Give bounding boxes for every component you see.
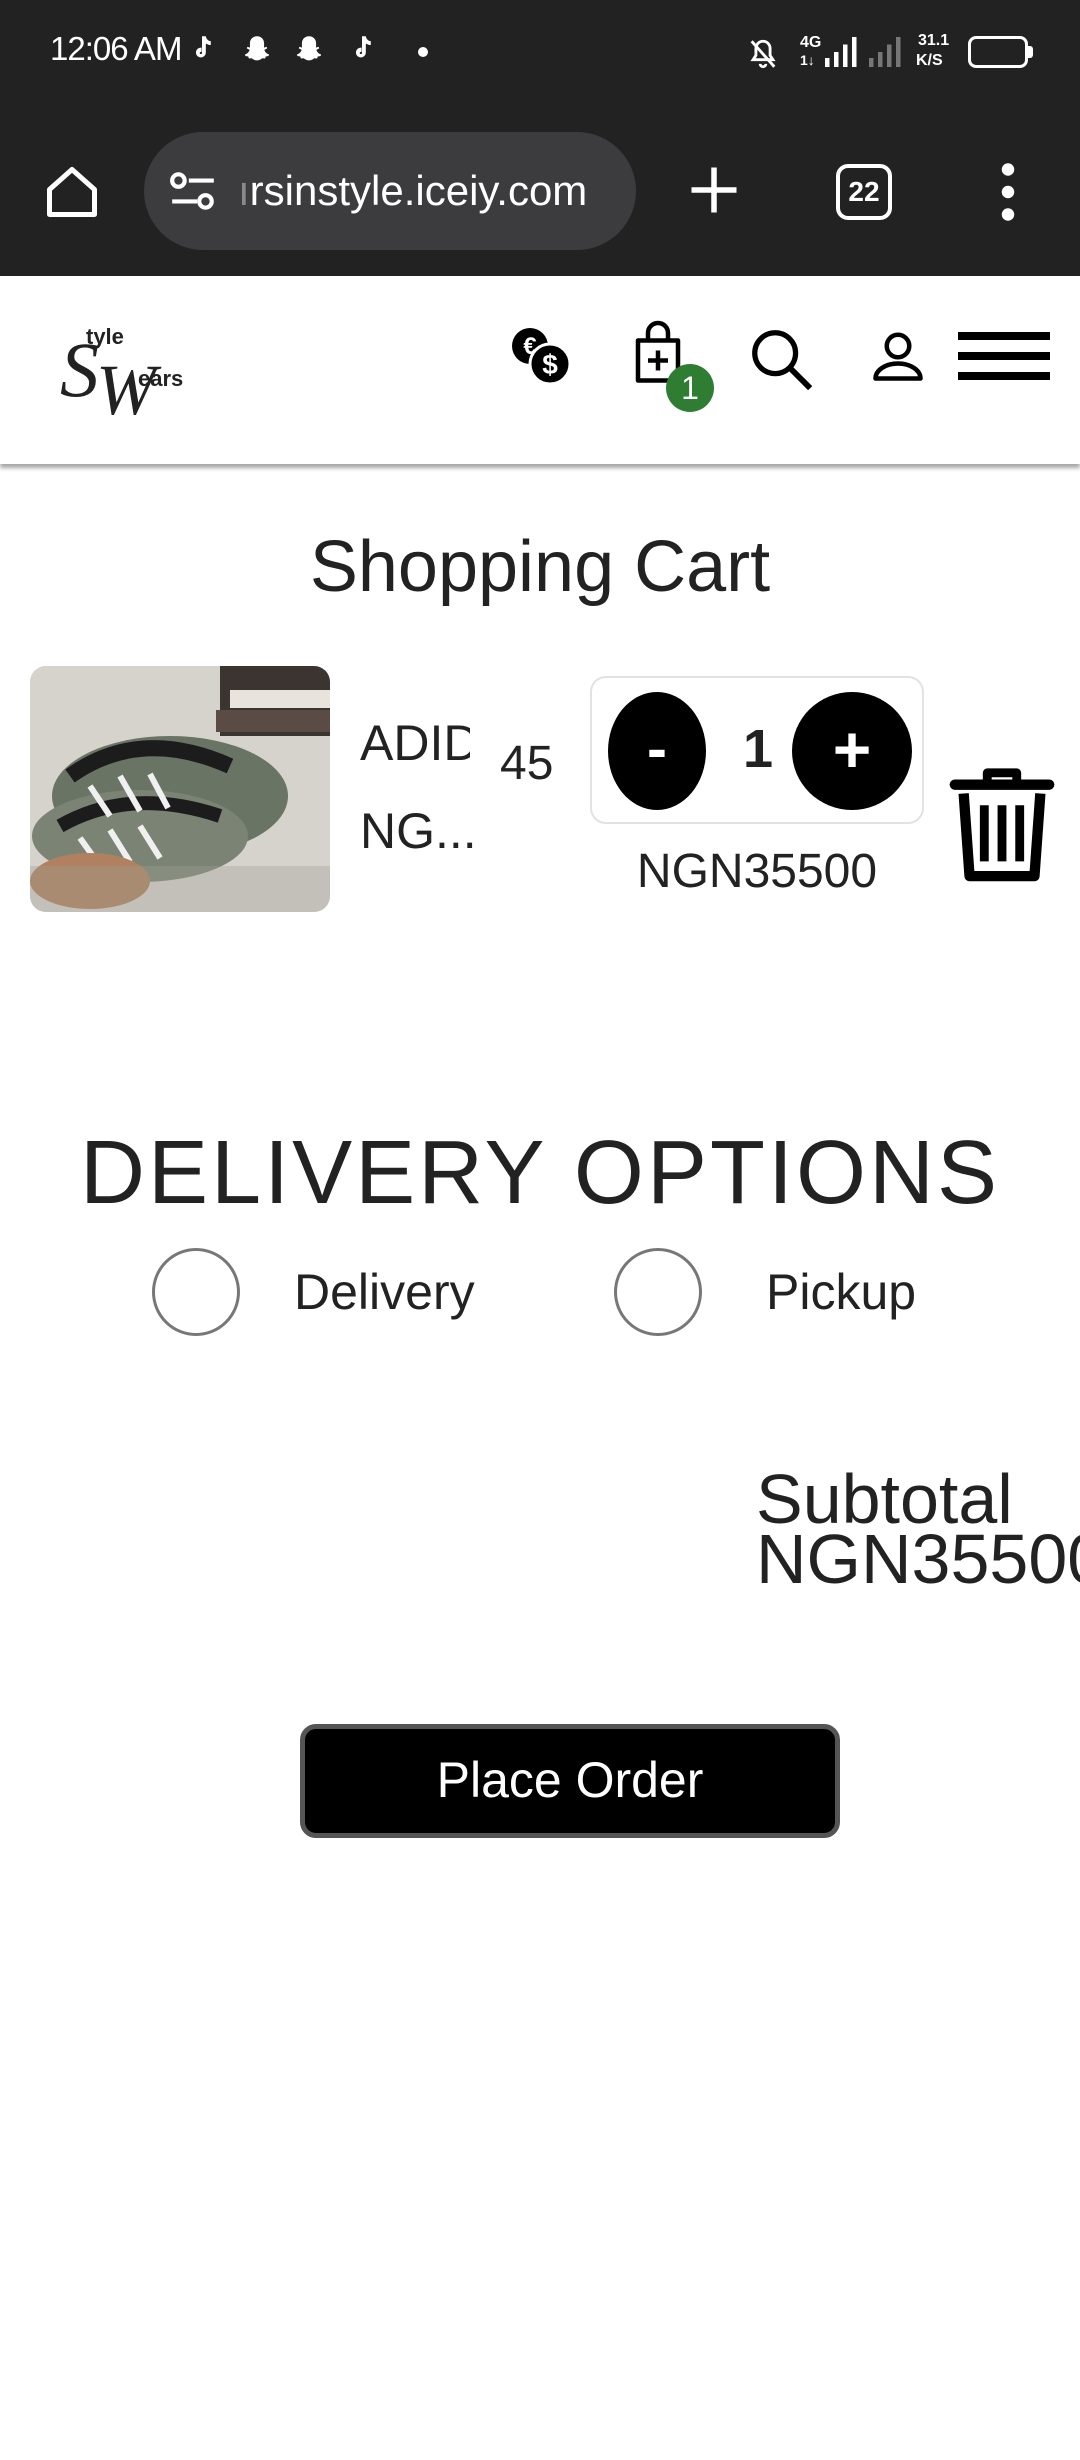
- battery-percent: 66: [985, 39, 1011, 64]
- product-image[interactable]: [30, 666, 330, 912]
- cart-button[interactable]: 1: [628, 320, 718, 412]
- snapchat-icon: [244, 36, 270, 61]
- line-total-price: NGN35500: [636, 845, 878, 898]
- product-size: 45: [500, 737, 554, 790]
- url-domain: rsinstyle.iceiy.com: [249, 167, 588, 214]
- hamburger-menu-icon[interactable]: [958, 332, 1050, 382]
- site-header: S tyle W ears € $ 1: [0, 276, 1080, 464]
- tiktok-icon: [355, 36, 371, 58]
- product-name[interactable]: ADIDAS: [360, 712, 470, 774]
- tab-switcher-button[interactable]: 22: [836, 164, 892, 220]
- battery-cap: [1028, 46, 1033, 58]
- search-icon[interactable]: [746, 324, 816, 394]
- delivery-radio[interactable]: [152, 1248, 240, 1336]
- more-vert-icon[interactable]: [996, 162, 1020, 222]
- trash-icon[interactable]: [948, 764, 1056, 882]
- status-bar: 12:06 AM 4G 1↓ 31.1 K/S 66: [0, 0, 1080, 110]
- signal-strength-icon-secondary: [869, 37, 901, 67]
- page-title: Shopping Cart: [309, 527, 771, 607]
- site-settings-icon[interactable]: [168, 168, 218, 214]
- quantity-decrease-button[interactable]: -: [608, 692, 706, 810]
- pickup-radio[interactable]: [614, 1248, 702, 1336]
- delivery-options-heading: DELIVERY OPTIONS: [80, 1123, 1000, 1223]
- battery-icon: 66: [968, 36, 1028, 68]
- logo-ears: ears: [138, 366, 184, 391]
- mute-bell-icon: [750, 39, 776, 69]
- notification-dot-icon: [418, 47, 428, 57]
- signal-strength-icon: [825, 37, 857, 67]
- snapchat-icon: [296, 36, 322, 61]
- svg-text:$: $: [542, 349, 558, 380]
- site-logo[interactable]: S tyle W ears: [56, 324, 183, 430]
- quantity-stepper: - 1 +: [590, 676, 924, 824]
- product-price-truncated: NG...: [360, 803, 477, 859]
- new-tab-plus-icon[interactable]: [684, 160, 744, 220]
- url-prefix: ı: [238, 167, 250, 214]
- quantity-value: 1: [742, 719, 774, 779]
- data-speed-unit: K/S: [916, 52, 943, 69]
- tiktok-icon: [195, 36, 211, 58]
- address-bar[interactable]: ırsinstyle.iceiy.com: [144, 132, 636, 250]
- place-order-button[interactable]: Place Order: [300, 1724, 840, 1838]
- delivery-option-label[interactable]: Delivery: [294, 1260, 475, 1324]
- browser-chrome: 12:06 AM 4G 1↓ 31.1 K/S 66 ırsinstyle.ic…: [0, 0, 1080, 276]
- logo-tyle: tyle: [86, 324, 124, 349]
- status-time: 12:06 AM: [50, 30, 182, 67]
- network-type: 4G: [800, 34, 822, 51]
- url-text[interactable]: ırsinstyle.iceiy.com: [238, 164, 618, 218]
- data-speed-value: 31.1: [918, 32, 950, 49]
- currency-exchange-icon[interactable]: € $: [508, 324, 572, 388]
- network-sub: 1↓: [800, 52, 815, 68]
- home-icon[interactable]: [42, 162, 102, 222]
- subtotal-value: NGN35500: [756, 1520, 1080, 1598]
- sneaker-photo: [30, 666, 330, 912]
- pickup-option-label[interactable]: Pickup: [766, 1260, 916, 1324]
- account-icon[interactable]: [868, 326, 928, 386]
- cart-count-badge: 1: [666, 364, 714, 412]
- quantity-increase-button[interactable]: +: [792, 692, 912, 810]
